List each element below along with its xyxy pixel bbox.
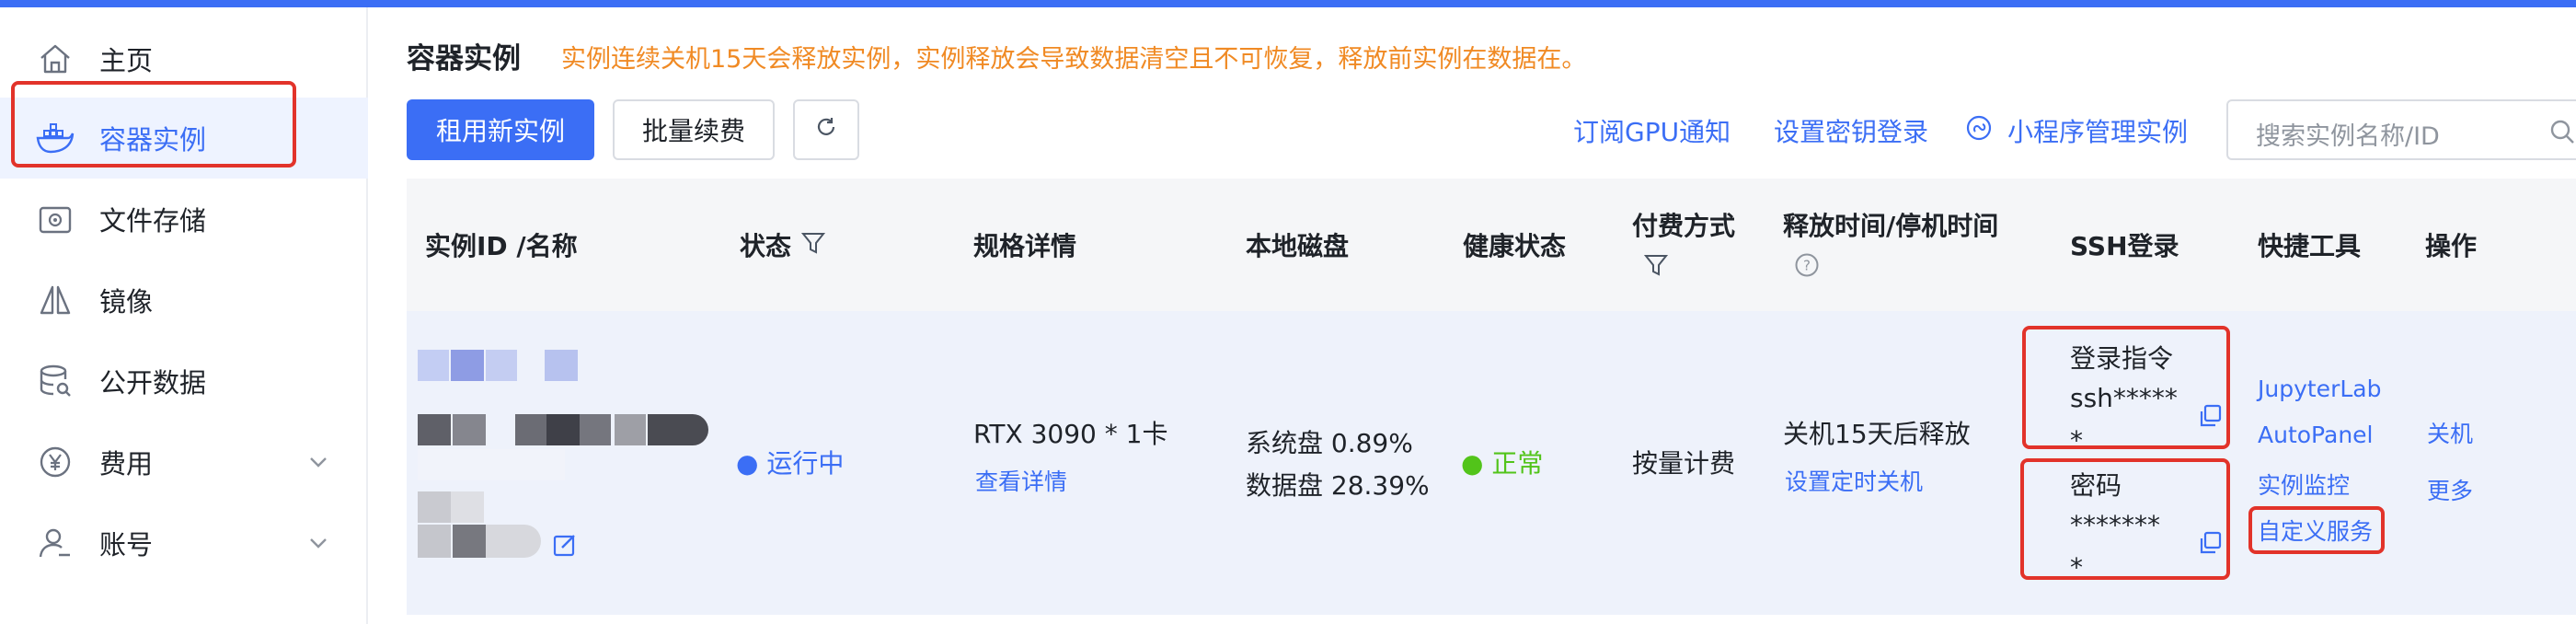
ssh-login-command-wrap: *	[2070, 425, 2083, 456]
sidebar-item-label: 容器实例	[99, 124, 207, 156]
copy-icon[interactable]	[2197, 530, 2223, 562]
miniprogram-manage-link[interactable]: 小程序管理实例	[2007, 112, 2188, 149]
ssh-login-command: ssh*****	[2070, 383, 2178, 413]
spec-value: RTX 3090 * 1卡	[973, 419, 1168, 449]
sidebar-item-home[interactable]: 主页	[0, 18, 368, 99]
sidebar-item-label: 费用	[99, 448, 154, 480]
search-icon	[2548, 118, 2576, 145]
sidebar-item-file-storage[interactable]: 文件存储	[0, 179, 368, 260]
help-icon[interactable]: ?	[1794, 252, 1820, 282]
col-local-disk: 本地磁盘	[1246, 231, 1350, 261]
sidebar-item-billing[interactable]: 费用	[0, 422, 368, 503]
table-row: ● 运行中 RTX 3090 * 1卡 查看详情 系统盘 0.89% 数据盘 2…	[407, 311, 2576, 615]
col-quick-tools: 快捷工具	[2258, 231, 2362, 261]
release-info: 关机15天后释放	[1783, 419, 1971, 449]
col-instance-id: 实例ID /名称	[425, 231, 578, 261]
edit-name-icon[interactable]	[552, 532, 578, 564]
col-ssh-login: SSH登录	[2070, 231, 2179, 261]
col-health: 健康状态	[1463, 231, 1567, 261]
rent-new-instance-button[interactable]: 租用新实例	[407, 99, 594, 160]
ssh-login-label: 登录指令	[2070, 343, 2174, 374]
autopanel-link[interactable]: AutoPanel	[2258, 422, 2374, 448]
batch-renew-button[interactable]: 批量续费	[613, 99, 775, 160]
set-key-login-link[interactable]: 设置密钥登录	[1774, 112, 1928, 149]
page-title: 容器实例	[407, 42, 521, 75]
subscribe-gpu-link[interactable]: 订阅GPU通知	[1573, 112, 1731, 149]
filter-icon[interactable]	[800, 230, 826, 260]
database-icon	[35, 361, 75, 401]
ssh-password-value-wrap: *	[2070, 552, 2083, 583]
sidebar-item-label: 账号	[99, 529, 154, 560]
filter-icon[interactable]	[1643, 252, 1669, 282]
sidebar-item-public-data[interactable]: 公开数据	[0, 341, 368, 422]
sidebar-item-label: 公开数据	[99, 367, 207, 399]
copy-icon[interactable]	[2197, 403, 2223, 435]
sidebar: 主页 容器实例 文件存储 镜像 公开数据 费用 账号	[0, 7, 368, 624]
chevron-down-icon	[305, 530, 331, 556]
more-button[interactable]: 更多	[2427, 473, 2473, 506]
search-placeholder: 搜索实例名称/ID	[2256, 122, 2440, 151]
docker-icon	[35, 118, 75, 158]
refresh-button[interactable]	[793, 99, 859, 160]
user-icon	[35, 523, 75, 563]
svg-text:?: ?	[1803, 258, 1811, 274]
col-billing: 付费方式	[1632, 211, 1736, 241]
sidebar-item-label: 镜像	[99, 286, 154, 318]
status-badge: ● 运行中	[736, 448, 845, 479]
sidebar-item-account[interactable]: 账号	[0, 503, 368, 584]
shutdown-button[interactable]: 关机	[2427, 416, 2473, 449]
col-spec: 规格详情	[973, 231, 1077, 261]
jupyterlab-link[interactable]: JupyterLab	[2258, 376, 2381, 402]
sidebar-item-containers[interactable]: 容器实例	[0, 98, 368, 179]
refresh-icon	[814, 115, 838, 145]
col-release-time: 释放时间/停机时间	[1783, 211, 1999, 241]
ssh-password-value: *******	[2070, 510, 2160, 540]
image-icon	[35, 280, 75, 320]
chevron-down-icon	[305, 449, 331, 475]
data-disk-usage: 数据盘 28.39%	[1246, 470, 1430, 501]
instance-monitor-link[interactable]: 实例监控	[2258, 468, 2350, 501]
search-input[interactable]: 搜索实例名称/ID	[2226, 99, 2576, 160]
miniprogram-icon	[1965, 114, 1993, 148]
sidebar-item-label: 主页	[99, 45, 154, 76]
storage-icon	[35, 199, 75, 239]
col-actions: 操作	[2425, 231, 2478, 261]
release-notice: 实例连续关机15天会释放实例，实例释放会导致数据清空且不可恢复，释放前实例在数据…	[561, 45, 1587, 74]
set-scheduled-shutdown-link[interactable]: 设置定时关机	[1785, 464, 1923, 497]
table-header: 实例ID /名称 状态 规格详情 本地磁盘 健康状态 付费方式 释放时间/停机时…	[407, 179, 2576, 311]
health-status: ● 正常	[1461, 448, 1544, 479]
ssh-password-label: 密码	[2070, 470, 2122, 501]
sidebar-item-label: 文件存储	[99, 205, 207, 237]
view-details-link[interactable]: 查看详情	[975, 464, 1067, 497]
home-icon	[35, 39, 75, 79]
sidebar-item-images[interactable]: 镜像	[0, 260, 368, 341]
yuan-icon	[35, 442, 75, 482]
system-disk-usage: 系统盘 0.89%	[1246, 428, 1413, 458]
billing-method: 按量计费	[1632, 448, 1736, 479]
custom-service-link[interactable]: 自定义服务	[2258, 514, 2373, 547]
top-accent-bar	[0, 0, 2576, 7]
col-status: 状态	[740, 231, 792, 261]
